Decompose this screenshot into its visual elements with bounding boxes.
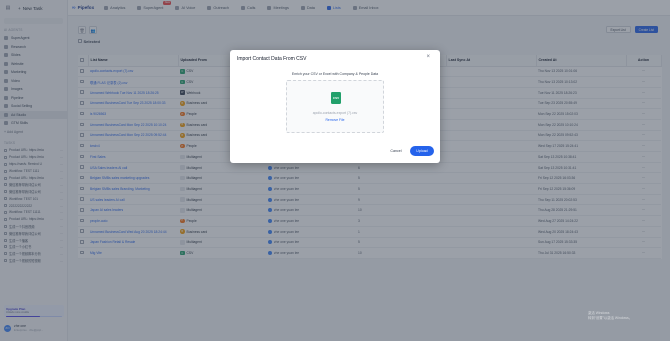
upload-button[interactable]: Upload xyxy=(410,146,434,156)
csv-file-icon: CSV xyxy=(331,92,341,104)
cancel-button[interactable]: Cancel xyxy=(383,146,409,156)
file-drop-zone[interactable]: CSV apollo-contacts-export (7).csv Remov… xyxy=(286,80,384,133)
close-icon[interactable]: × xyxy=(426,54,430,60)
windows-watermark: 激活 Windows 转到“设置”以激活 Windows。 xyxy=(588,311,632,321)
remove-file-link[interactable]: Remove File xyxy=(287,118,383,122)
modal-title: Import Contact Data From CSV xyxy=(237,56,307,62)
modal-subtitle: Enrich your CSV or Excel with Company & … xyxy=(291,72,379,76)
modal-overlay[interactable]: Import Contact Data From CSV × Enrich yo… xyxy=(0,0,670,341)
watermark-line-2: 转到“设置”以激活 Windows。 xyxy=(588,316,633,320)
import-csv-modal: Import Contact Data From CSV × Enrich yo… xyxy=(230,50,440,163)
uploaded-file-name: apollo-contacts-export (7).csv xyxy=(312,111,358,115)
